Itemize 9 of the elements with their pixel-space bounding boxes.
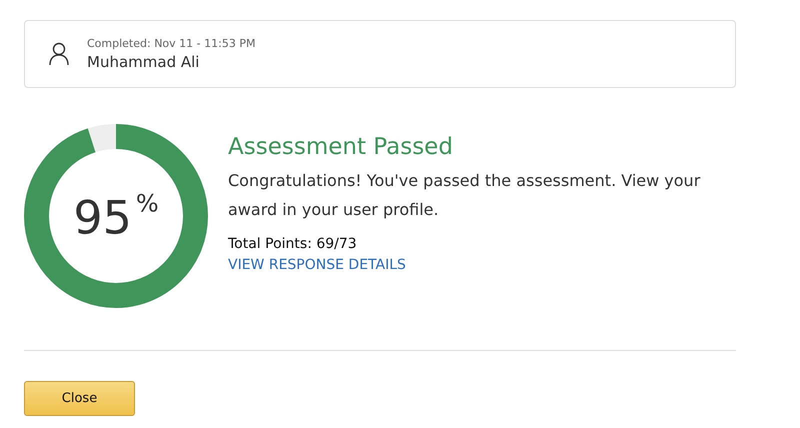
user-name: Muhammad Ali	[87, 53, 200, 71]
total-points: Total Points: 69/73	[228, 236, 358, 252]
score-percent: 95$^{%}$	[73, 192, 159, 240]
result-message: Congratulations! You've passed the assessment. View your award in your user profile.	[228, 170, 702, 221]
response-details-link[interactable]: VIEW RESPONSE DETAILS	[228, 257, 406, 273]
result-title: Assessment Passed	[228, 134, 454, 160]
close-button[interactable]: Close	[24, 381, 135, 416]
completed-time: Completed: Nov 11 - 11:53 PM	[87, 37, 256, 50]
user-icon	[49, 42, 69, 66]
